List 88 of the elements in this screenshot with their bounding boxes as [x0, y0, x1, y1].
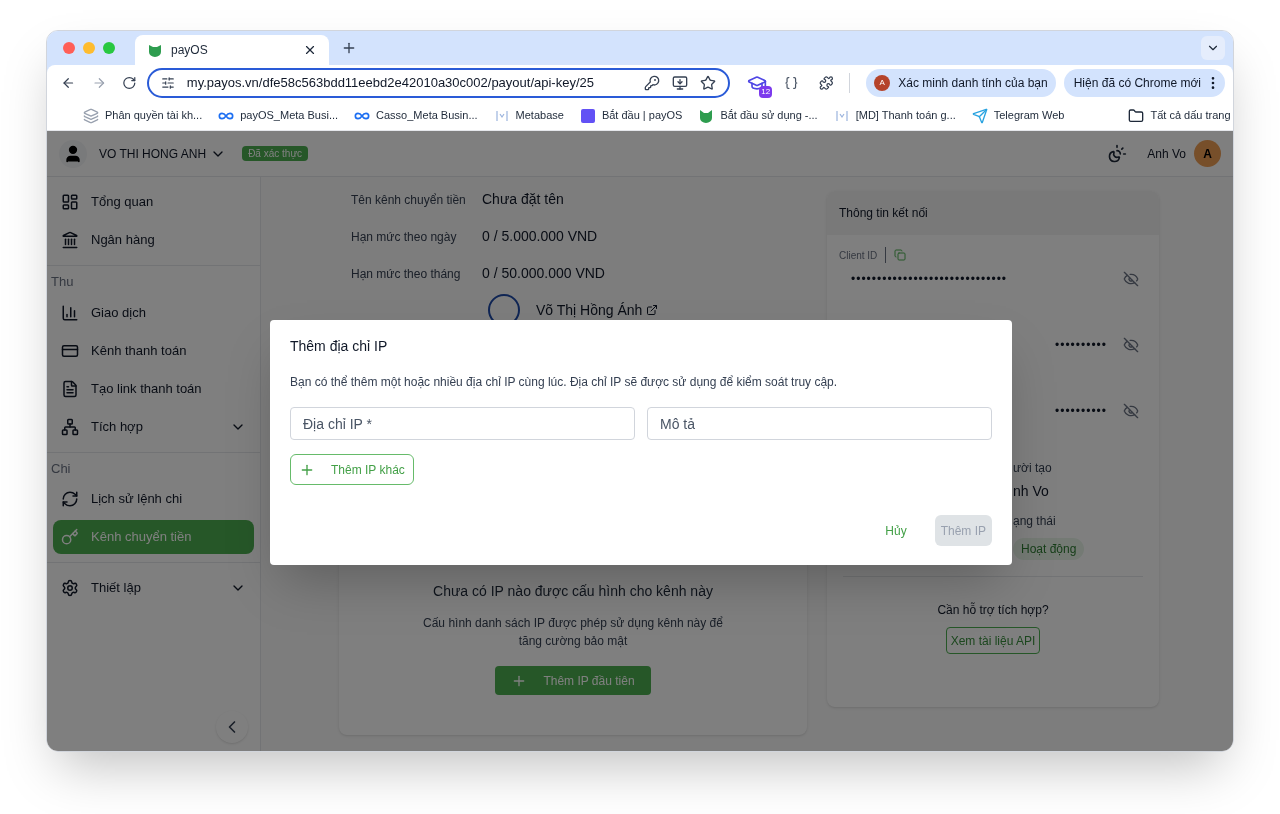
- sidebar-item[interactable]: Lịch sử lệnh chi: [53, 482, 254, 516]
- update-chip[interactable]: Hiện đã có Chrome mới: [1063, 69, 1225, 97]
- back-icon[interactable]: [61, 75, 76, 91]
- field-label: ạng thái: [1013, 513, 1057, 530]
- sidebar-item[interactable]: Tạo link thanh toán: [53, 371, 254, 406]
- detail-label: Hạn mức theo tháng: [351, 265, 462, 283]
- gear-icon: [61, 579, 79, 597]
- status-badge: Hoạt động: [1013, 538, 1085, 560]
- braces-icon[interactable]: [784, 75, 799, 91]
- eye-off-icon[interactable]: [1123, 337, 1139, 353]
- section-heading: Thu: [50, 273, 75, 291]
- layers-icon: [83, 107, 99, 124]
- masked-value: ••••••••••: [1055, 337, 1107, 354]
- owner-name: Võ Thị Hồng Ánh: [536, 299, 659, 321]
- bookmark[interactable]: payOS_Meta Busi...: [218, 107, 339, 124]
- square-icon: [579, 107, 596, 124]
- cancel-button[interactable]: Hủy: [877, 515, 915, 546]
- bookmark[interactable]: Casso_Meta Busin...: [354, 107, 478, 124]
- bookmark[interactable]: Bắt đầu | payOS: [579, 107, 683, 124]
- puzzle-icon[interactable]: [818, 75, 834, 91]
- add-another-ip-button[interactable]: Thêm IP khác: [290, 454, 414, 485]
- close-tab-icon[interactable]: [303, 43, 317, 57]
- cat-icon: [698, 107, 715, 124]
- folder-icon: [1128, 107, 1145, 124]
- address-bar[interactable]: my.payos.vn/dfe58c563bdd11eebd2e42010a30c002/payout/api-key/25: [146, 68, 731, 98]
- detail-value: Chưa đặt tên: [482, 190, 564, 209]
- sidebar-item[interactable]: Giao dịch: [53, 295, 254, 330]
- sidebar-item[interactable]: Kênh thanh toán: [53, 333, 254, 368]
- graduation-cap-icon: [747, 73, 768, 93]
- field-value: nh Vo: [1013, 482, 1050, 501]
- text-field[interactable]: Mô tả: [647, 407, 992, 440]
- account-selector[interactable]: VO THI HONG ANH: [99, 144, 227, 163]
- account-icon[interactable]: [59, 139, 87, 168]
- external-link-icon: [646, 304, 659, 316]
- reload-icon[interactable]: [122, 75, 137, 91]
- key-icon: [61, 528, 79, 546]
- user-avatar[interactable]: A: [1194, 140, 1221, 167]
- network-icon: [61, 417, 79, 436]
- new-tab-icon[interactable]: [341, 40, 357, 56]
- bookmark[interactable]: [MD] Thanh toán g...: [833, 107, 956, 124]
- dashboard-icon: [61, 193, 79, 211]
- profile-avatar: A: [874, 75, 891, 91]
- empty-description: Cấu hình danh sách IP được phép sử dụng kênh này để tăng cường bảo mật: [422, 615, 724, 650]
- eye-off-icon[interactable]: [1123, 271, 1139, 287]
- detail-label: Hạn mức theo ngày: [351, 228, 458, 246]
- cat-icon: [147, 42, 163, 58]
- dialog-description: Bạn có thể thêm một hoặc nhiều địa chỉ IP cùng lúc. Địa chỉ IP sẽ được sử dụng để kiểm soát truy cập.: [290, 374, 839, 391]
- masked-value: ••••••••••: [1055, 403, 1107, 420]
- tab-search-button[interactable]: [1201, 36, 1225, 60]
- key-icon[interactable]: [644, 75, 661, 91]
- bar-chart-icon: [61, 303, 79, 322]
- detail-value: 0 / 50.000.000 VND: [482, 264, 605, 283]
- api-docs-button[interactable]: Xem tài liệu API: [945, 627, 1041, 654]
- card-title: Thông tin kết nối: [827, 191, 1159, 235]
- verified-badge: Đã xác thực: [242, 146, 309, 161]
- bookmark[interactable]: Metabase: [493, 107, 564, 124]
- user-name: Anh Vo: [1147, 145, 1186, 163]
- profile-chip[interactable]: A Xác minh danh tính của bạn: [866, 69, 1056, 97]
- bookmark[interactable]: Telegram Web: [971, 107, 1065, 124]
- sidebar-item[interactable]: Thiết lập: [53, 571, 254, 605]
- theme-icon[interactable]: [1107, 143, 1128, 164]
- section-heading: Chi: [50, 459, 72, 478]
- detail-label: Tên kênh chuyển tiền: [351, 191, 467, 209]
- masked-value: ••••••••••••••••••••••••••••••: [851, 271, 1008, 288]
- detail-value: 0 / 5.000.000 VND: [482, 227, 598, 246]
- empty-title: Chưa có IP nào được cấu hình cho kênh này: [433, 582, 713, 601]
- bank-icon: [61, 231, 79, 249]
- bookmark[interactable]: Phân quyền tài kh...: [83, 107, 203, 124]
- paper-plane-icon: [971, 107, 988, 124]
- sliders-icon[interactable]: [160, 76, 175, 90]
- sidebar-item[interactable]: Tổng quan: [53, 185, 254, 219]
- install-icon[interactable]: [672, 75, 689, 91]
- browser-tab[interactable]: payOS: [135, 35, 329, 65]
- field-label: ười tạo: [1013, 460, 1053, 477]
- document-icon: [61, 379, 79, 398]
- field-label: Client ID: [839, 248, 878, 263]
- eye-off-icon[interactable]: [1123, 403, 1139, 419]
- bookmark[interactable]: Bắt đầu sử dụng -...: [698, 107, 818, 124]
- sidebar-item[interactable]: Tích hợp: [53, 409, 254, 444]
- count-badge: 12: [759, 86, 773, 98]
- user-icon: [63, 143, 83, 164]
- help-text: Cần hỗ trợ tích hợp?: [937, 601, 1049, 619]
- sidebar-item[interactable]: Ngân hàng: [53, 223, 254, 257]
- star-icon[interactable]: [700, 75, 717, 91]
- bookmark-folder[interactable]: Tất cả dấu trang: [1128, 107, 1231, 124]
- dialog-title: Thêm địa chỉ IP: [290, 337, 389, 356]
- refresh-icon: [61, 490, 79, 508]
- text-field[interactable]: Địa chỉ IP *: [290, 407, 635, 440]
